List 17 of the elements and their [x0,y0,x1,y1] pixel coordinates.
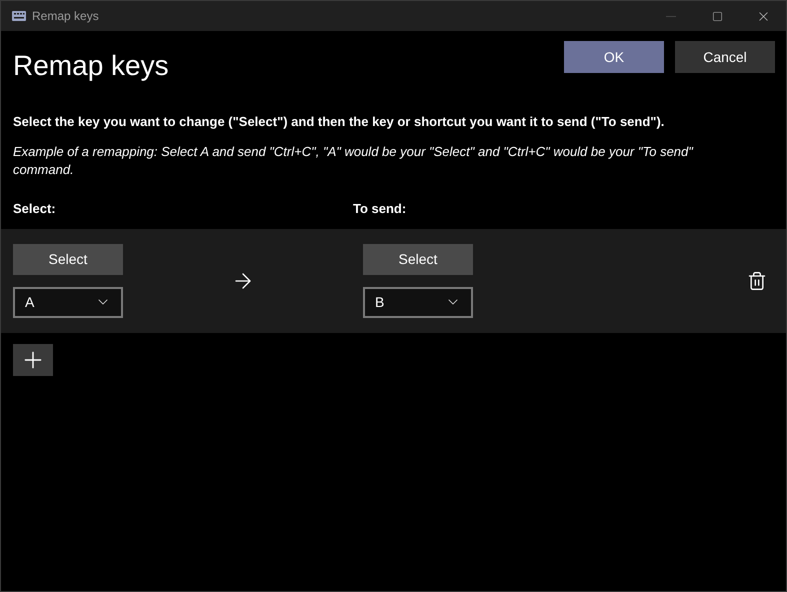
ok-button[interactable]: OK [564,41,664,73]
cancel-button[interactable]: Cancel [675,41,775,73]
select-column-label: Select: [13,200,57,218]
to-send-column-label: To send: [353,200,406,218]
key-dropdown[interactable]: A [13,286,123,318]
window-title: Remap keys [32,8,99,25]
maximize-icon [712,10,722,22]
instructions-text: Select the key you want to change ("Select") and then the key or shortcut you want it to send ("To send"). [12,114,666,130]
delete-button[interactable] [747,270,767,290]
add-button[interactable] [13,344,53,376]
select-key-button[interactable]: Select [13,244,123,274]
keyboard-icon [12,11,26,21]
select-key-button[interactable]: Select [363,244,473,274]
example-text: Example of a remapping: Select A and send "Ctrl+C", "A" would be your "Select" and "Ctrl+C" would be your "To send" command. [12,143,694,179]
key-dropdown[interactable]: B [363,286,473,318]
trash-icon [747,270,767,290]
page-title: Remap keys [13,49,169,83]
